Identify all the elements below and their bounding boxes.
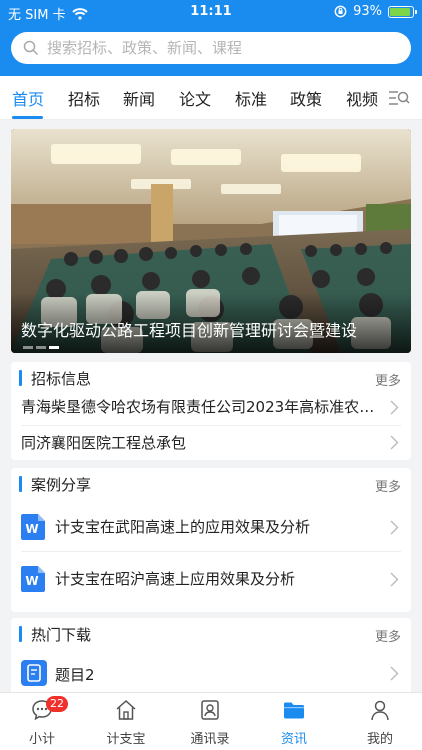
chevron-right-icon — [390, 666, 399, 681]
document-title: 计支宝在昭沪高速上应用效果及分析 — [55, 570, 296, 588]
tab-home[interactable]: 首页 — [12, 86, 44, 110]
tab-video[interactable]: 视频 — [346, 86, 378, 110]
battery-icon — [388, 5, 417, 18]
nav-item-home[interactable]: 计支宝 — [84, 693, 168, 750]
home-icon — [116, 699, 136, 720]
rotation-lock-icon — [334, 5, 347, 18]
search-input[interactable] — [47, 39, 411, 57]
tab-standards[interactable]: 标准 — [235, 86, 267, 110]
download-item[interactable]: 题目2 — [11, 652, 411, 696]
section-header: 热门下载 更多 — [11, 618, 411, 650]
section-accent-bar — [19, 476, 22, 492]
section-title: 热门下载 — [31, 626, 92, 644]
section-title: 案例分享 — [31, 476, 92, 494]
chevron-right-icon — [390, 520, 399, 535]
tab-policy[interactable]: 政策 — [290, 86, 322, 110]
file-icon — [21, 660, 47, 686]
svg-text:W: W — [25, 522, 38, 536]
search-box[interactable] — [11, 32, 411, 64]
bidding-section: 招标信息 更多 青海柴垦德令哈农场有限责任公司2023年高标准农田建设项目 同济… — [11, 362, 411, 460]
nav-item-profile[interactable]: 我的 — [338, 693, 422, 750]
nav-item-messages[interactable]: 22 小计 — [0, 693, 84, 750]
chevron-right-icon — [390, 435, 399, 450]
active-tab-indicator — [12, 116, 43, 119]
tab-news[interactable]: 新闻 — [123, 86, 155, 110]
nav-label: 小计 — [28, 732, 55, 747]
document-item[interactable]: W 计支宝在武阳高速上的应用效果及分析 — [11, 502, 411, 552]
status-bar: 无 SIM 卡 11:11 93% — [0, 0, 422, 24]
section-accent-bar — [19, 626, 22, 642]
document-item[interactable]: W 计支宝在昭沪高速上应用效果及分析 — [11, 554, 411, 608]
list-item[interactable]: 青海柴垦德令哈农场有限责任公司2023年高标准农田建设项目 — [11, 390, 411, 426]
person-icon — [371, 700, 389, 721]
divider — [21, 551, 401, 552]
chevron-right-icon — [390, 400, 399, 415]
tab-bidding[interactable]: 招标 — [68, 86, 100, 110]
nav-label: 我的 — [366, 732, 393, 747]
nav-item-contacts[interactable]: 通讯录 — [168, 693, 252, 750]
document-title: 计支宝在武阳高速上的应用效果及分析 — [55, 518, 311, 536]
banner-pagination — [23, 346, 59, 349]
unread-badge: 22 — [46, 696, 68, 712]
banner-dot — [36, 346, 46, 349]
word-doc-icon: W — [21, 566, 45, 592]
battery-percent: 93% — [353, 4, 382, 19]
bottom-nav: 22 小计 计支宝 通讯录 资讯 我的 — [0, 692, 422, 750]
category-tabs: 首页 招标 新闻 论文 标准 政策 视频 — [0, 76, 422, 120]
section-title: 招标信息 — [31, 370, 92, 388]
more-link[interactable]: 更多 — [375, 626, 401, 645]
banner-dot — [23, 346, 33, 349]
search-area — [0, 24, 422, 76]
nav-label: 资讯 — [280, 732, 307, 747]
downloads-section: 热门下载 更多 题目2 — [11, 618, 411, 698]
banner-dot-active — [49, 346, 59, 349]
nav-item-news[interactable]: 资讯 — [252, 693, 336, 750]
list-item-title: 同济襄阳医院工程总承包 — [21, 434, 187, 452]
more-link[interactable]: 更多 — [375, 476, 401, 495]
status-right: 93% — [334, 4, 417, 19]
tab-menu-icon[interactable] — [388, 88, 410, 108]
tab-papers[interactable]: 论文 — [179, 86, 211, 110]
cases-section: 案例分享 更多 W 计支宝在武阳高速上的应用效果及分析 W 计支宝在昭沪高速上应… — [11, 468, 411, 612]
section-accent-bar — [19, 370, 22, 386]
section-header: 案例分享 更多 — [11, 468, 411, 500]
banner-title[interactable]: 数字化驱动公路工程项目创新管理研讨会暨建设 — [21, 317, 401, 341]
word-doc-icon: W — [21, 514, 45, 540]
battery-fill — [390, 7, 411, 16]
list-item[interactable]: 同济襄阳医院工程总承包 — [11, 426, 411, 460]
contacts-icon — [201, 700, 219, 720]
nav-label: 计支宝 — [106, 732, 146, 747]
list-item-title: 青海柴垦德令哈农场有限责任公司2023年高标准农田建设项目 — [21, 398, 377, 416]
search-icon — [23, 40, 39, 56]
download-title: 题目2 — [55, 666, 95, 684]
folder-icon — [284, 702, 304, 719]
more-link[interactable]: 更多 — [375, 370, 401, 389]
svg-text:W: W — [25, 574, 38, 588]
news-banner[interactable]: 数字化驱动公路工程项目创新管理研讨会暨建设 — [11, 129, 411, 353]
chevron-right-icon — [390, 572, 399, 587]
nav-label: 通讯录 — [190, 732, 230, 747]
